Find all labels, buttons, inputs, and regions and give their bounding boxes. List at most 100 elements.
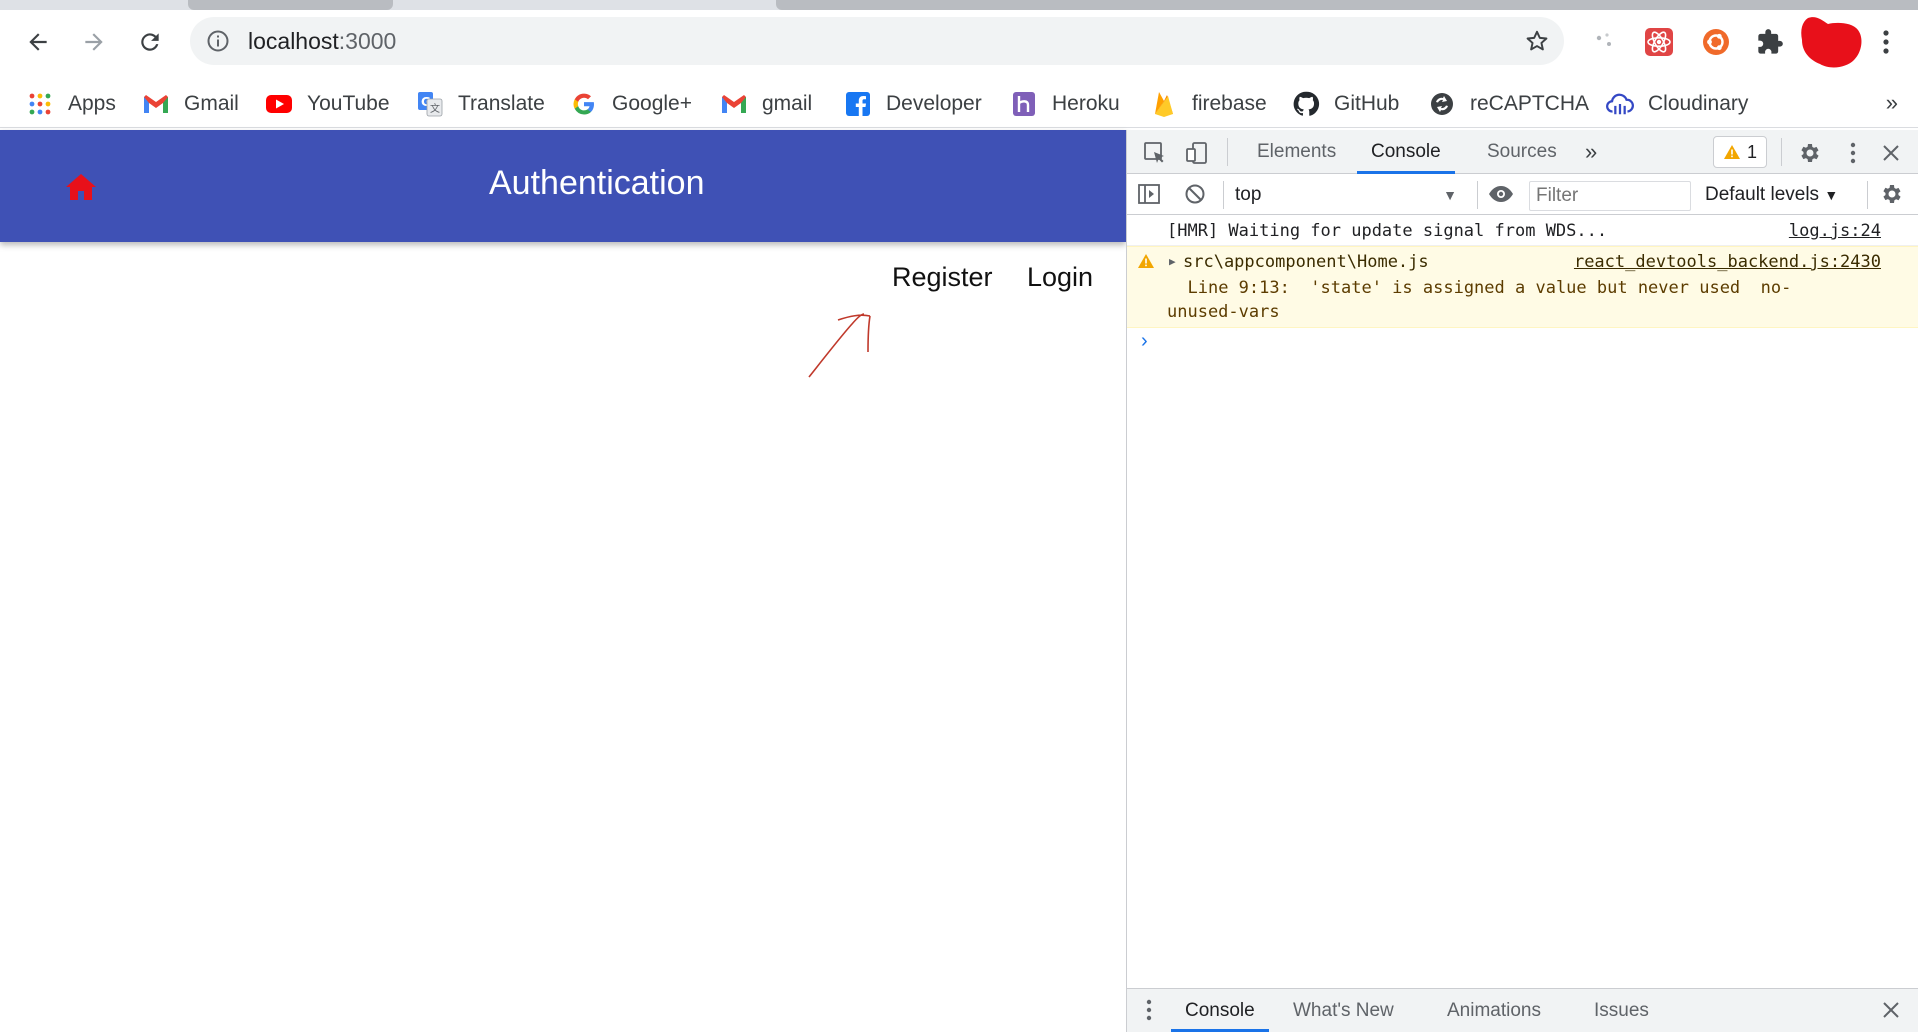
- expand-triangle-icon[interactable]: ▶: [1169, 255, 1176, 268]
- log-source-link[interactable]: log.js:24: [1789, 221, 1881, 241]
- extensions-puzzle-icon[interactable]: [1752, 24, 1788, 60]
- console-log-entry: [HMR] Waiting for update signal from WDS…: [1127, 216, 1918, 246]
- arrow-right-icon: [85, 33, 103, 51]
- browser-tab[interactable]: [776, 0, 1918, 10]
- extension-sparkle-icon[interactable]: [1586, 24, 1622, 60]
- drawer-tab-whats-new[interactable]: What's New: [1293, 989, 1394, 1032]
- log-message: [HMR] Waiting for update signal from WDS…: [1167, 221, 1608, 241]
- drawer-tab-animations[interactable]: Animations: [1447, 989, 1541, 1032]
- info-icon[interactable]: [206, 29, 230, 58]
- home-icon[interactable]: [64, 172, 98, 207]
- console-filter-bar: top ▼ Default levels ▼: [1127, 175, 1918, 215]
- svg-text:文: 文: [430, 102, 440, 115]
- divider: [1227, 138, 1228, 166]
- more-tabs-button[interactable]: »: [1585, 130, 1597, 174]
- bookmark-gmail-2[interactable]: gmail: [720, 82, 812, 126]
- caret-down-icon: ▼: [1443, 187, 1457, 203]
- more-bookmarks-button[interactable]: »: [1886, 90, 1898, 116]
- context-selector[interactable]: top ▼: [1235, 181, 1465, 209]
- console-filter-input[interactable]: [1529, 181, 1691, 211]
- url-host: localhost: [248, 28, 339, 54]
- close-devtools-icon[interactable]: [1877, 140, 1905, 166]
- firebase-icon: [1150, 90, 1178, 118]
- prompt-chevron-icon: ›: [1141, 330, 1148, 352]
- bookmark-google-plus[interactable]: Google+: [570, 82, 692, 126]
- console-warning-entry: ▶ src\appcomponent\Home.js react_devtool…: [1127, 246, 1918, 328]
- bookmark-label: Translate: [458, 92, 545, 115]
- tab-elements[interactable]: Elements: [1257, 130, 1336, 174]
- translate-icon: G文: [416, 90, 444, 118]
- caret-down-icon: ▼: [1824, 187, 1839, 203]
- back-button[interactable]: [18, 22, 58, 62]
- devtools-panel: Elements Console Sources » 1 top ▼ Filte…: [1126, 130, 1918, 1032]
- url-text[interactable]: localhost:3000: [248, 17, 396, 65]
- bookmark-star-icon[interactable]: [1524, 28, 1550, 59]
- register-link[interactable]: Register: [892, 262, 993, 293]
- bookmark-developer[interactable]: Developer: [844, 82, 982, 126]
- browser-menu-button[interactable]: [1868, 24, 1904, 60]
- bookmark-recaptcha[interactable]: reCAPTCHA: [1428, 82, 1589, 126]
- divider: [1781, 138, 1782, 166]
- drawer-tab-console[interactable]: Console: [1171, 989, 1269, 1032]
- heroku-icon: [1010, 90, 1038, 118]
- live-expression-eye-icon[interactable]: [1487, 181, 1515, 207]
- address-bar[interactable]: localhost:3000: [190, 17, 1564, 65]
- tab-console[interactable]: Console: [1357, 130, 1455, 174]
- devtools-menu-icon[interactable]: [1839, 140, 1867, 166]
- show-sidebar-icon[interactable]: [1135, 181, 1163, 207]
- bookmark-label: YouTube: [307, 92, 390, 115]
- divider: [1477, 181, 1478, 209]
- url-port: :3000: [338, 28, 397, 54]
- warning-icon: [1137, 253, 1155, 274]
- bookmark-translate[interactable]: G文 Translate: [416, 82, 545, 126]
- app-page: Authentication Register Login: [0, 130, 1126, 1032]
- bookmark-label: Gmail: [184, 92, 239, 115]
- warning-source-link[interactable]: react_devtools_backend.js:2430: [1574, 252, 1881, 272]
- app-bar: Authentication: [0, 130, 1126, 242]
- console-settings-icon[interactable]: [1877, 181, 1905, 207]
- bookmark-label: gmail: [762, 92, 813, 115]
- devtools-drawer: Console What's New Animations Issues: [1127, 988, 1918, 1032]
- bookmark-github[interactable]: GitHub: [1292, 82, 1399, 126]
- login-link[interactable]: Login: [1027, 262, 1093, 293]
- clear-console-icon[interactable]: [1181, 181, 1209, 207]
- bookmark-firebase[interactable]: firebase: [1150, 82, 1267, 126]
- bookmark-label: Developer: [886, 92, 982, 115]
- bookmark-gmail[interactable]: Gmail: [142, 82, 239, 126]
- bookmark-cloudinary[interactable]: Cloudinary: [1606, 82, 1748, 126]
- log-levels-dropdown[interactable]: Default levels ▼: [1705, 181, 1838, 209]
- console-output: [HMR] Waiting for update signal from WDS…: [1127, 216, 1918, 358]
- drawer-tab-issues[interactable]: Issues: [1594, 989, 1649, 1032]
- bookmark-label: Apps: [68, 92, 116, 115]
- bookmark-heroku[interactable]: Heroku: [1010, 82, 1120, 126]
- bookmark-label: Google+: [612, 92, 692, 115]
- bookmark-label: reCAPTCHA: [1470, 92, 1590, 115]
- drawer-menu-icon[interactable]: [1135, 997, 1163, 1023]
- device-toolbar-icon[interactable]: [1183, 140, 1211, 166]
- reload-button[interactable]: [130, 22, 170, 62]
- facebook-icon: [844, 90, 872, 118]
- browser-tab[interactable]: [188, 0, 393, 10]
- close-drawer-icon[interactable]: [1877, 997, 1905, 1023]
- console-prompt[interactable]: ›: [1127, 328, 1918, 358]
- bookmarks-bar: Apps Gmail YouTube G文 Translate Google+ …: [0, 82, 1918, 128]
- page-title: Authentication: [489, 164, 705, 202]
- forward-button[interactable]: [74, 22, 114, 62]
- devtools-settings-icon[interactable]: [1795, 140, 1823, 166]
- react-devtools-extension-icon[interactable]: [1641, 24, 1677, 60]
- tab-sources[interactable]: Sources: [1487, 130, 1557, 174]
- bookmark-apps[interactable]: Apps: [26, 82, 116, 126]
- bookmark-youtube[interactable]: YouTube: [265, 82, 390, 126]
- profile-avatar-redacted[interactable]: [1790, 14, 1872, 86]
- bookmark-label: GitHub: [1334, 92, 1400, 115]
- divider: [1223, 181, 1224, 209]
- bookmark-label: Heroku: [1052, 92, 1120, 115]
- divider: [1867, 181, 1868, 209]
- reload-icon: [141, 33, 159, 51]
- youtube-icon: [265, 90, 293, 118]
- warnings-badge[interactable]: 1: [1713, 136, 1767, 168]
- warning-file[interactable]: src\appcomponent\Home.js: [1183, 252, 1429, 272]
- log-levels-label: Default levels: [1705, 184, 1820, 205]
- ubuntu-extension-icon[interactable]: [1698, 24, 1734, 60]
- inspect-element-icon[interactable]: [1141, 140, 1169, 166]
